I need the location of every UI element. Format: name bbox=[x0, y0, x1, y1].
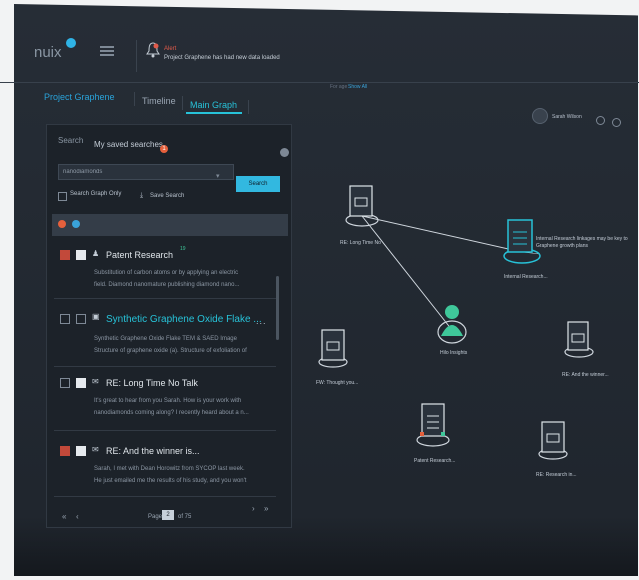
result-flag-checkbox[interactable] bbox=[76, 250, 86, 260]
tab-timeline[interactable]: Timeline bbox=[142, 96, 176, 106]
collapse-panel-icon[interactable] bbox=[280, 148, 289, 157]
save-search-icon[interactable]: ⤓ bbox=[140, 192, 143, 200]
last-page-button[interactable]: » bbox=[264, 504, 268, 513]
node-label: Patent Research... bbox=[414, 458, 456, 464]
divider bbox=[54, 430, 276, 431]
first-page-button[interactable]: « bbox=[62, 512, 66, 521]
result-checkbox[interactable] bbox=[60, 314, 70, 324]
active-tab-indicator bbox=[186, 112, 242, 114]
chevron-down-icon[interactable]: ▾ bbox=[216, 172, 220, 180]
user-name[interactable]: Sarah Wilson bbox=[552, 114, 582, 120]
person-icon: ♟ bbox=[92, 249, 100, 258]
more-options-icon[interactable]: ... bbox=[256, 316, 267, 326]
saved-searches-tab[interactable]: My saved searches bbox=[94, 140, 163, 149]
tab-project-graphene[interactable]: Project Graphene bbox=[44, 92, 115, 102]
node-label: RE: And the winner... bbox=[562, 372, 609, 378]
node-label: RE: Long Time No bbox=[340, 240, 381, 246]
top-bar bbox=[0, 34, 639, 83]
result-snippet: field. Diamond nanomature publishing dia… bbox=[94, 282, 240, 288]
result-title[interactable]: RE: Long Time No Talk bbox=[106, 378, 198, 388]
tab-main-graph[interactable]: Main Graph bbox=[190, 100, 237, 110]
save-search-button[interactable]: Save Search bbox=[150, 193, 184, 199]
divider bbox=[182, 96, 183, 110]
divider bbox=[248, 100, 249, 114]
alert-bell-icon[interactable] bbox=[146, 42, 160, 58]
node-label: FW: Thought you... bbox=[316, 380, 359, 386]
result-flag-checkbox[interactable] bbox=[76, 378, 86, 388]
result-badge: 19 bbox=[180, 246, 186, 252]
result-flag-checkbox[interactable] bbox=[76, 314, 86, 324]
divider bbox=[54, 298, 276, 299]
result-title[interactable]: Patent Research bbox=[106, 250, 173, 260]
alert-title: Alert bbox=[164, 46, 177, 52]
avatar[interactable] bbox=[532, 108, 548, 124]
node-label: Internal Research... bbox=[504, 274, 548, 280]
page-count: of 75 bbox=[178, 514, 192, 520]
saved-searches-badge: 1 bbox=[160, 145, 168, 153]
help-icon[interactable] bbox=[596, 116, 605, 125]
prev-page-button[interactable]: ‹ bbox=[76, 512, 79, 521]
logo-dot-icon bbox=[66, 38, 76, 48]
logo-text: nuix bbox=[34, 44, 62, 61]
menu-icon[interactable] bbox=[100, 44, 114, 58]
for-age-label: For age bbox=[330, 84, 348, 90]
result-checkbox[interactable] bbox=[60, 378, 70, 388]
search-input[interactable] bbox=[58, 164, 234, 180]
gear-icon[interactable] bbox=[612, 118, 621, 127]
result-snippet: It's great to hear from you Sarah. How i… bbox=[94, 398, 242, 404]
result-title[interactable]: Synthetic Graphene Oxide Flake ... bbox=[106, 314, 262, 325]
page-label: Page bbox=[148, 514, 163, 520]
email-icon: ✉ bbox=[92, 445, 99, 454]
result-flag-checkbox[interactable] bbox=[76, 446, 86, 456]
result-snippet: He just emailed me the results of his st… bbox=[94, 478, 247, 484]
filter-red-icon[interactable] bbox=[58, 220, 66, 228]
email-icon: ✉ bbox=[92, 377, 99, 386]
divider bbox=[134, 92, 135, 106]
divider bbox=[54, 366, 276, 367]
search-tab[interactable]: Search bbox=[58, 136, 83, 145]
page-number-input[interactable]: 2 bbox=[162, 510, 174, 520]
search-graph-only-label: Search Graph Only bbox=[70, 191, 122, 197]
search-graph-only-checkbox[interactable] bbox=[58, 192, 67, 201]
results-scrollbar[interactable] bbox=[276, 276, 279, 340]
filter-blue-icon[interactable] bbox=[72, 220, 80, 228]
image-icon: ▣ bbox=[92, 312, 100, 321]
node-label: Hilo Insights bbox=[440, 350, 468, 356]
result-snippet: Sarah, I met with Dean Horowitz from SYC… bbox=[94, 466, 245, 472]
filter-bar bbox=[52, 214, 288, 236]
result-checkbox[interactable] bbox=[60, 250, 70, 260]
result-checkbox[interactable] bbox=[60, 446, 70, 456]
divider bbox=[136, 40, 137, 72]
divider bbox=[54, 496, 276, 497]
app-logo: nuix bbox=[34, 38, 76, 61]
node-tooltip: Internal Research linkages may be key to… bbox=[536, 236, 628, 249]
alert-text: Project Graphene has had new data loaded bbox=[164, 55, 280, 61]
next-page-button[interactable]: › bbox=[252, 504, 255, 513]
result-title[interactable]: RE: And the winner is... bbox=[106, 446, 200, 456]
node-label: RE: Research in... bbox=[536, 472, 577, 478]
search-button[interactable]: Search bbox=[236, 176, 280, 192]
result-snippet: Substitution of carbon atoms or by apply… bbox=[94, 270, 239, 276]
show-all-link[interactable]: Show All bbox=[348, 84, 367, 90]
result-snippet: Synthetic Graphene Oxide Flake TEM & SAE… bbox=[94, 336, 237, 342]
result-snippet: nanodiamonds coming along? I recently he… bbox=[94, 410, 249, 416]
result-snippet: Structure of graphene oxide (a). Structu… bbox=[94, 348, 247, 354]
